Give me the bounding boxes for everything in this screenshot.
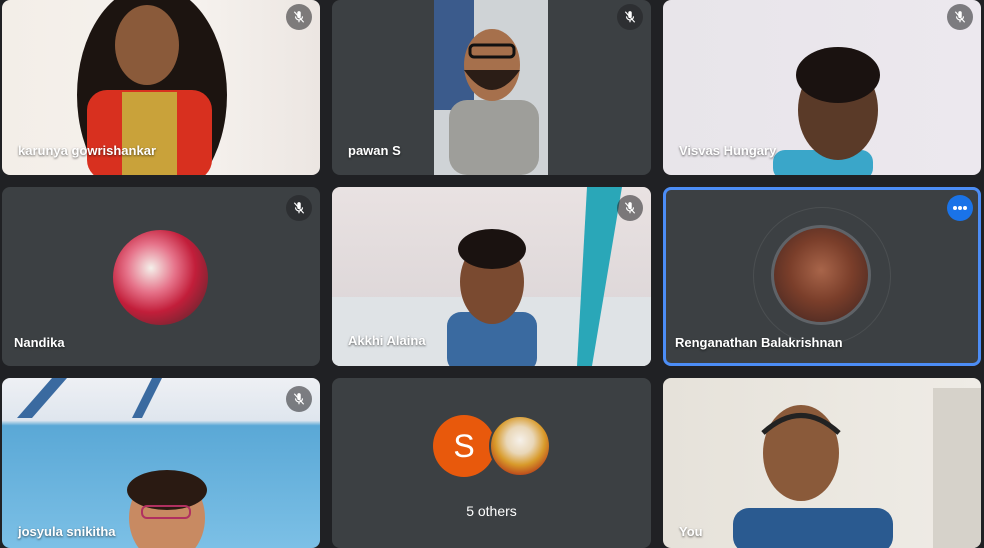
mic-off-indicator (617, 4, 643, 30)
participant-tile-karunya[interactable]: karunya gowrishankar (2, 0, 320, 175)
mic-off-icon (954, 11, 966, 23)
mic-off-indicator (286, 195, 312, 221)
participant-name: Visvas Hungary (679, 143, 777, 158)
participant-name: josyula snikitha (18, 524, 116, 539)
participant-name: Renganathan Balakrishnan (675, 335, 843, 350)
participant-tile-nandika[interactable]: Nandika (2, 187, 320, 366)
participant-name: You (679, 524, 703, 539)
participant-tile-pawan[interactable]: pawan S (332, 0, 651, 175)
avatar-letter: S (453, 427, 475, 464)
avatar-deity (489, 415, 551, 477)
mic-off-indicator (617, 195, 643, 221)
participant-name: pawan S (348, 143, 401, 158)
video-feed (733, 388, 981, 548)
mic-off-icon (293, 393, 305, 405)
participant-tile-renganathan[interactable]: Renganathan Balakrishnan (663, 187, 981, 366)
avatar (771, 225, 871, 325)
others-tile[interactable]: S 5 others (332, 378, 651, 548)
mic-off-indicator (947, 4, 973, 30)
mic-off-icon (293, 202, 305, 214)
mic-off-icon (293, 11, 305, 23)
more-options-icon (953, 206, 967, 210)
participant-name: Nandika (14, 335, 65, 350)
participant-name: Akkhi Alaina (348, 333, 426, 348)
others-count: 5 others (466, 503, 517, 519)
more-options-button[interactable] (947, 195, 973, 221)
mic-off-indicator (286, 4, 312, 30)
participant-tile-josyula[interactable]: josyula snikitha (2, 378, 320, 548)
mic-off-icon (624, 11, 636, 23)
avatar (113, 230, 208, 325)
video-feed (434, 0, 548, 175)
participant-tile-you[interactable]: You (663, 378, 981, 548)
mic-off-icon (624, 202, 636, 214)
video-feed (17, 378, 207, 548)
participant-tile-akkhi[interactable]: Akkhi Alaina (332, 187, 651, 366)
participant-tile-visvas[interactable]: Visvas Hungary (663, 0, 981, 175)
mic-off-indicator (286, 386, 312, 412)
avatar-s: S (433, 415, 495, 477)
participant-name: karunya gowrishankar (18, 143, 156, 158)
